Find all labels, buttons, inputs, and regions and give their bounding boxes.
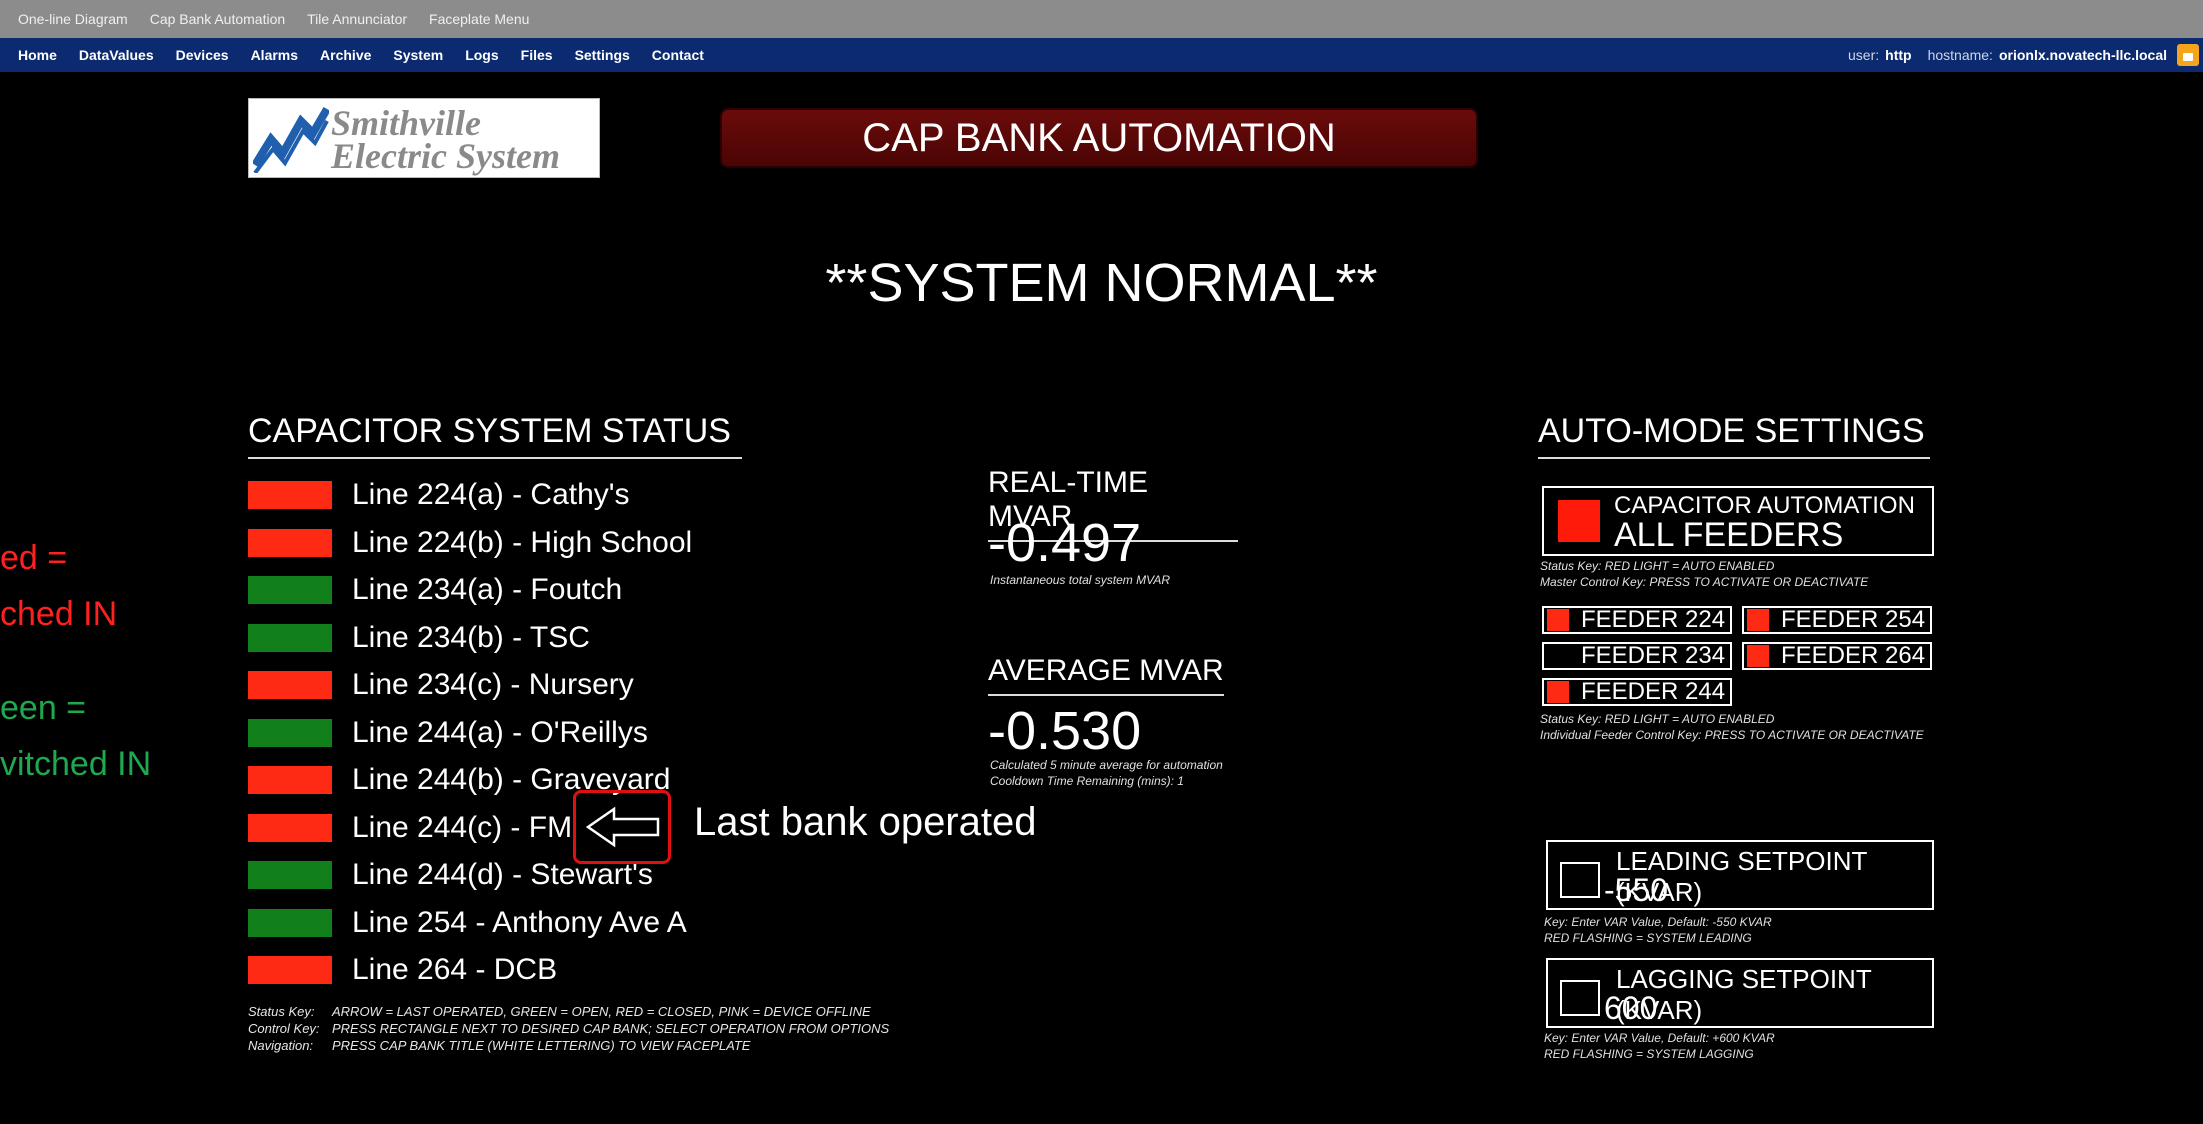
bank-status-rectangle[interactable] xyxy=(248,861,332,889)
capacitor-bank-row: Line 254 - Anthony Ave A xyxy=(248,906,687,940)
lagging-key-note: Key: Enter VAR Value, Default: +600 KVAR… xyxy=(1544,1031,1775,1061)
bank-title[interactable]: Line 244(a) - O'Reillys xyxy=(352,716,648,750)
capacitor-status-header: CAPACITOR SYSTEM STATUS xyxy=(248,412,742,459)
capacitor-bank-row: Line 244(a) - O'Reillys xyxy=(248,716,648,750)
auto-mode-header: AUTO-MODE SETTINGS xyxy=(1538,412,1930,459)
feeder-auto-indicator xyxy=(1747,609,1769,631)
bank-status-rectangle[interactable] xyxy=(248,813,332,842)
lagging-setpoint-box[interactable]: LAGGING SETPOINT (KVAR) 600 xyxy=(1546,958,1934,1028)
nav-faceplate-menu[interactable]: Faceplate Menu xyxy=(429,11,529,27)
capacitor-bank-row: Line 244(c) - FM xyxy=(248,811,572,845)
capacitor-automation-all-feeders-button[interactable]: CAPACITOR AUTOMATION ALL FEEDERS xyxy=(1542,486,1934,556)
capacitor-bank-row: Line 224(a) - Cathy's xyxy=(248,478,630,512)
capacitor-bank-row: Line 234(b) - TSC xyxy=(248,621,590,655)
main-nav-bar: Home DataValues Devices Alarms Archive S… xyxy=(0,38,2203,72)
lagging-setpoint-value[interactable]: 600 xyxy=(1604,990,1657,1027)
bank-title[interactable]: Line 224(b) - High School xyxy=(352,526,692,560)
page-title: CAP BANK AUTOMATION xyxy=(722,110,1476,166)
average-mvar-header: AVERAGE MVAR xyxy=(988,654,1224,696)
hostname: orionlx.novatech-llc.local xyxy=(1998,47,2167,63)
bank-status-rectangle[interactable] xyxy=(248,671,332,699)
feeder-button[interactable]: FEEDER 244 xyxy=(1542,678,1732,706)
logo-zigzag-icon xyxy=(253,106,329,173)
bank-title[interactable]: Line 234(c) - Nursery xyxy=(352,668,634,702)
nav-settings[interactable]: Settings xyxy=(575,47,630,63)
arrow-left-icon xyxy=(585,806,660,848)
nav-datavalues[interactable]: DataValues xyxy=(79,47,154,63)
legend-green-note: een = vitched IN xyxy=(0,689,152,783)
user-name: http xyxy=(1885,47,1912,63)
capacitor-bank-row: Line 264 - DCB xyxy=(248,953,557,987)
last-operated-highlight xyxy=(573,790,671,864)
bank-status-rectangle[interactable] xyxy=(248,908,332,937)
status-key-legend: Status Key: ARROW = LAST OPERATED, GREEN … xyxy=(248,1004,890,1053)
realtime-mvar-value: -0.497 xyxy=(988,513,1142,573)
average-mvar-note: Calculated 5 minute average for automati… xyxy=(990,758,1223,788)
bank-title[interactable]: Line 254 - Anthony Ave A xyxy=(352,906,687,940)
realtime-mvar-note: Instantaneous total system MVAR xyxy=(990,573,1171,587)
bank-status-rectangle[interactable] xyxy=(248,481,332,509)
nav-cap-bank-automation[interactable]: Cap Bank Automation xyxy=(150,11,285,27)
nav-archive[interactable]: Archive xyxy=(320,47,371,63)
bank-title[interactable]: Line 224(a) - Cathy's xyxy=(352,478,630,512)
feeder-auto-indicator xyxy=(1547,645,1569,667)
nav-tile-annunciator[interactable]: Tile Annunciator xyxy=(307,11,407,27)
nav-logs[interactable]: Logs xyxy=(465,47,498,63)
capacitor-bank-row: Line 234(a) - Foutch xyxy=(248,573,622,607)
nav-home[interactable]: Home xyxy=(18,47,57,63)
bank-title[interactable]: Line 234(b) - TSC xyxy=(352,621,590,655)
bank-status-rectangle[interactable] xyxy=(248,623,332,652)
bank-status-rectangle[interactable] xyxy=(248,718,332,747)
bank-status-rectangle[interactable] xyxy=(248,528,332,557)
feeder-key-note: Status Key: RED LIGHT = AUTO ENABLED Ind… xyxy=(1540,712,1924,742)
master-key-note: Status Key: RED LIGHT = AUTO ENABLED Mas… xyxy=(1540,559,1869,589)
nav-files[interactable]: Files xyxy=(521,47,553,63)
bank-status-rectangle[interactable] xyxy=(248,576,332,604)
feeder-button[interactable]: FEEDER 234 xyxy=(1542,642,1732,670)
capacitor-bank-row: Line 224(b) - High School xyxy=(248,526,692,560)
bank-title[interactable]: Line 234(a) - Foutch xyxy=(352,573,622,607)
capacitor-bank-row: Line 234(c) - Nursery xyxy=(248,668,634,702)
feeder-auto-indicator xyxy=(1747,645,1769,667)
bank-title[interactable]: Line 244(c) - FM xyxy=(352,811,572,845)
nav-alarms[interactable]: Alarms xyxy=(251,47,298,63)
lagging-setpoint-indicator[interactable] xyxy=(1560,980,1600,1016)
leading-setpoint-box[interactable]: LEADING SETPOINT (KVAR) -550 xyxy=(1546,840,1934,910)
feeder-button[interactable]: FEEDER 264 xyxy=(1742,642,1932,670)
leading-setpoint-value[interactable]: -550 xyxy=(1604,872,1668,909)
leading-setpoint-indicator[interactable] xyxy=(1560,862,1600,898)
average-mvar-value: -0.530 xyxy=(988,701,1142,761)
legend-red-note: ed = ched IN xyxy=(0,539,118,633)
nav-one-line-diagram[interactable]: One-line Diagram xyxy=(18,11,128,27)
leading-key-note: Key: Enter VAR Value, Default: -550 KVAR… xyxy=(1544,915,1772,945)
feeder-button[interactable]: FEEDER 224 xyxy=(1542,606,1732,634)
nav-contact[interactable]: Contact xyxy=(652,47,704,63)
master-auto-indicator xyxy=(1558,500,1600,542)
smithville-logo: Smithville Electric System xyxy=(248,98,600,178)
top-menu-bar: One-line Diagram Cap Bank Automation Til… xyxy=(0,0,2203,38)
bank-status-rectangle[interactable] xyxy=(248,956,332,984)
bank-title[interactable]: Line 264 - DCB xyxy=(352,953,557,987)
feeder-button[interactable]: FEEDER 254 xyxy=(1742,606,1932,634)
last-bank-annotation: Last bank operated xyxy=(694,800,1037,844)
system-status-banner: **SYSTEM NORMAL** xyxy=(825,253,1378,313)
feeder-auto-indicator xyxy=(1547,681,1569,703)
nav-devices[interactable]: Devices xyxy=(176,47,229,63)
feeder-auto-indicator xyxy=(1547,609,1569,631)
nav-system[interactable]: System xyxy=(393,47,443,63)
bank-status-rectangle[interactable] xyxy=(248,766,332,794)
user-info: user: http hostname: orionlx.novatech-ll… xyxy=(1848,47,2167,63)
lock-icon[interactable] xyxy=(2177,44,2199,66)
